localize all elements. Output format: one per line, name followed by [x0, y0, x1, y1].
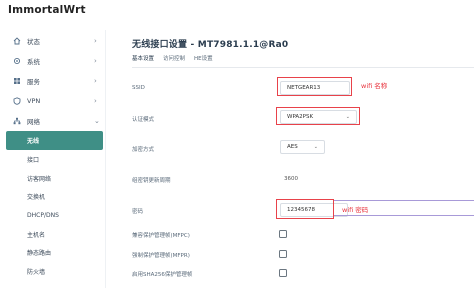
mfpr-label: 强制保护管理帧(MFPR)	[132, 253, 190, 259]
password-highlight-box	[276, 199, 334, 219]
sha256-checkbox[interactable]	[279, 269, 287, 277]
auth-highlight-box	[276, 107, 360, 125]
wifi-password-annotation: wifi 密码	[342, 206, 369, 214]
sidebar-item-label: 服务	[27, 78, 40, 86]
sidebar-subitem-dhcp-dns[interactable]: DHCP/DNS	[0, 206, 105, 225]
sidebar-subitem-switch[interactable]: 交换机	[0, 187, 105, 206]
password-guide-line	[334, 200, 474, 201]
chevron-right-icon: ›	[94, 77, 97, 85]
gear-icon	[13, 57, 21, 65]
sidebar-item-label: 系统	[27, 58, 40, 66]
sidebar-subitem-guest-network[interactable]: 访客网络	[0, 169, 105, 188]
sidebar-item-label: VPN	[27, 97, 41, 105]
main-content: 无线接口设置 - MT7981.1.1@Ra0 基本设置 访问控制 HE设置 S…	[121, 30, 474, 288]
sidebar-subitem-interfaces[interactable]: 接口	[0, 150, 105, 169]
sidebar-subitem-static-routes[interactable]: 静态路由	[0, 243, 105, 262]
rekey-label: 组密钥更新周期	[132, 178, 171, 184]
sidebar-item-label: 状态	[27, 38, 40, 46]
sidebar-item-vpn[interactable]: VPN ›	[0, 91, 105, 111]
sidebar-subitem-hostnames[interactable]: 主机名	[0, 225, 105, 244]
encryption-value: AES	[287, 144, 298, 150]
sidebar-subitem-wireless[interactable]: 无线	[6, 131, 103, 150]
encryption-label: 加密方式	[132, 147, 155, 153]
sidebar: 状态 › 系统 › 服务 › VPN › 网络 ⌄ 无线 接口 访客网络 交换机…	[0, 30, 106, 288]
services-icon	[13, 77, 21, 85]
mfpc-checkbox[interactable]	[279, 230, 287, 238]
sidebar-item-services[interactable]: 服务 ›	[0, 71, 105, 91]
brand-logo[interactable]: ImmortalWrt	[8, 4, 86, 16]
password-guide-line	[334, 215, 474, 216]
chevron-right-icon: ›	[94, 97, 97, 105]
network-icon	[13, 117, 21, 125]
sidebar-item-status[interactable]: 状态 ›	[0, 31, 105, 51]
sha256-label: 启用SHA256保护管理帧	[132, 272, 193, 278]
app: ImmortalWrt 状态 › 系统 › 服务 › VPN › 网络 ⌄ 无线…	[0, 0, 474, 288]
mfpc-label: 兼容保护管理帧(MFPC)	[132, 233, 190, 239]
ssid-highlight-box	[277, 77, 352, 96]
tab-basic-settings[interactable]: 基本设置	[132, 54, 155, 68]
sidebar-item-label: 网络	[27, 118, 40, 126]
ssid-label: SSID	[132, 85, 145, 91]
sidebar-subitem-firewall[interactable]: 防火墙	[0, 262, 105, 281]
chevron-right-icon: ›	[94, 37, 97, 45]
auth-mode-label: 认证模式	[132, 117, 155, 123]
chevron-down-icon: ⌄	[313, 144, 318, 150]
rekey-value: 3600	[284, 176, 298, 182]
vpn-icon	[13, 97, 21, 105]
tab-he-settings[interactable]: HE设置	[194, 54, 213, 68]
sidebar-item-network[interactable]: 网络 ⌄	[0, 111, 105, 131]
tab-divider	[132, 67, 474, 68]
wifi-name-annotation: wifi 名称	[361, 82, 388, 90]
sidebar-item-system[interactable]: 系统 ›	[0, 51, 105, 71]
password-label: 密码	[132, 209, 144, 215]
mfpr-checkbox[interactable]	[279, 250, 287, 258]
tab-bar: 基本设置 访问控制 HE设置	[132, 54, 222, 68]
dashboard-icon	[13, 37, 21, 45]
tab-access-control[interactable]: 访问控制	[163, 54, 185, 68]
encryption-select[interactable]: AES ⌄	[280, 140, 325, 154]
chevron-right-icon: ›	[94, 57, 97, 65]
chevron-down-icon: ⌄	[94, 117, 100, 125]
page-title: 无线接口设置 - MT7981.1.1@Ra0	[132, 40, 289, 50]
